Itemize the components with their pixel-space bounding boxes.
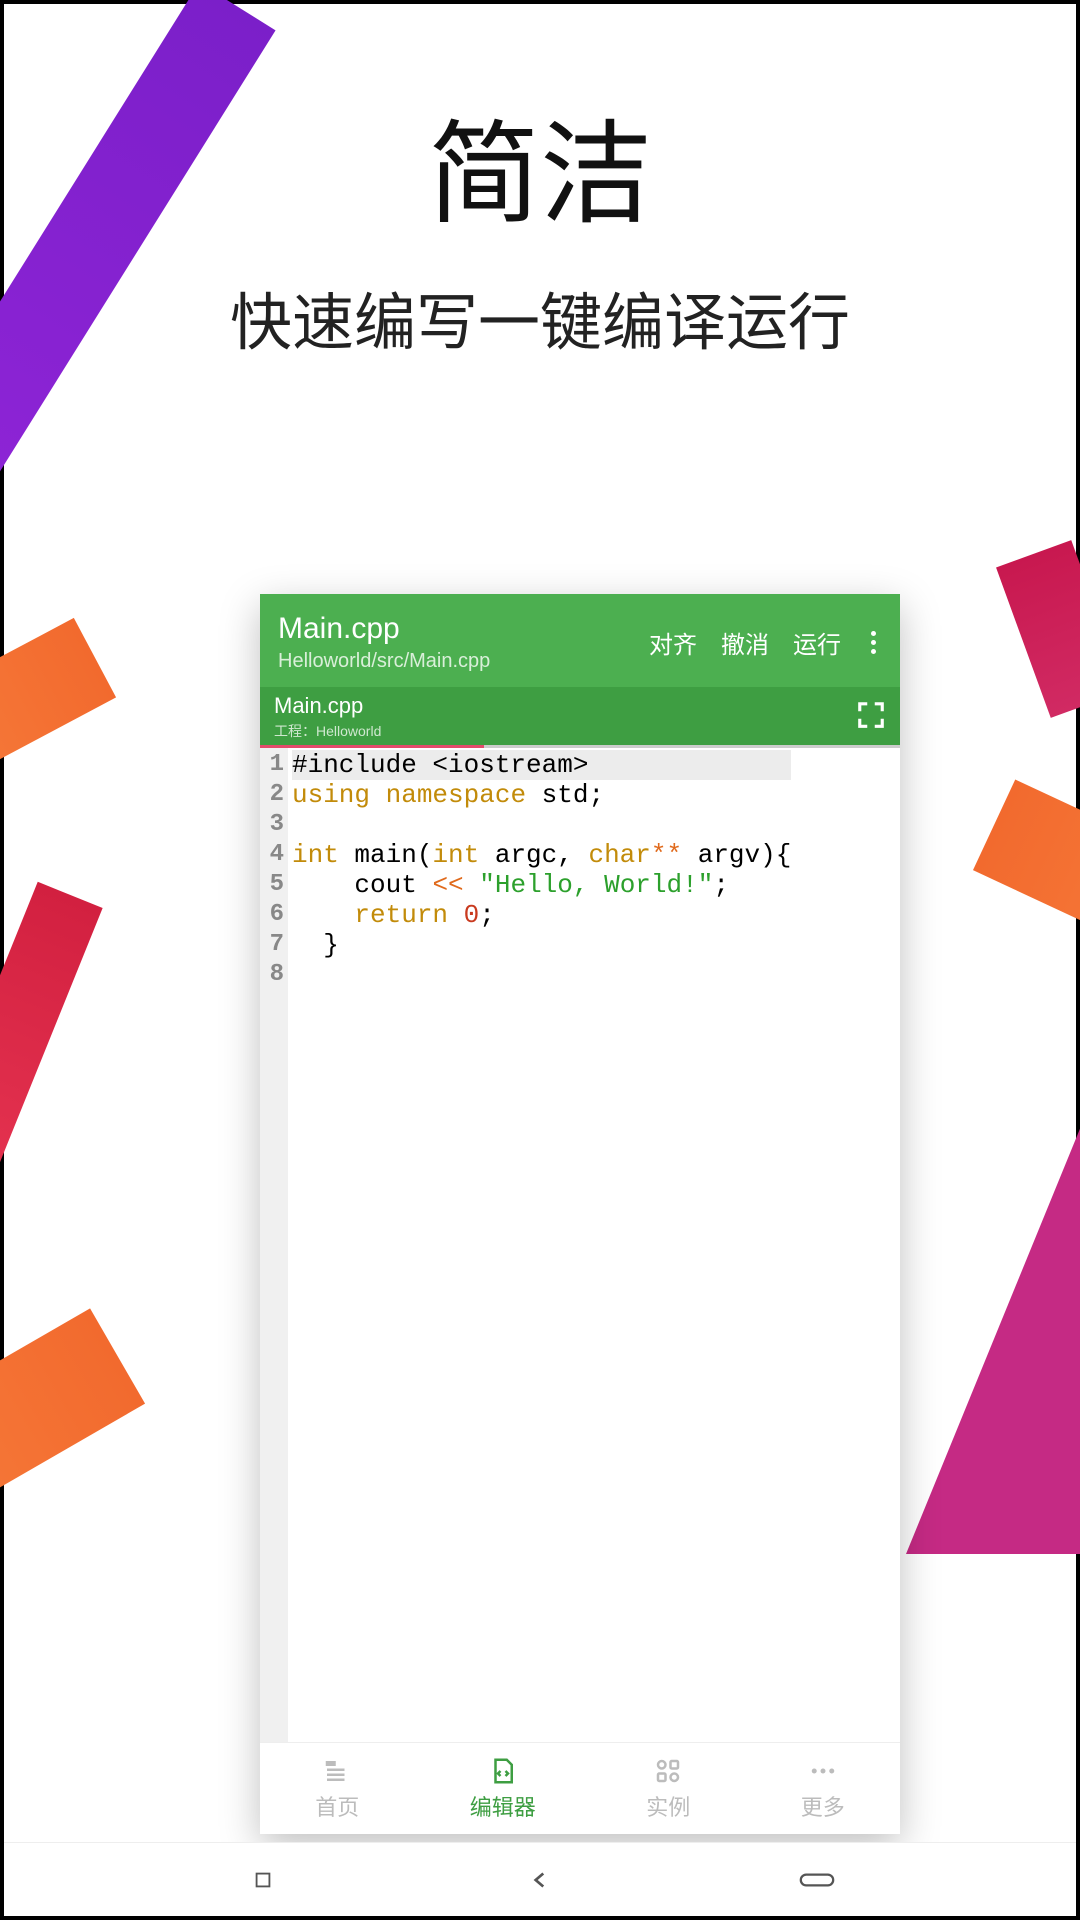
hero-subtitle: 快速编写一键编译运行 bbox=[4, 272, 1076, 362]
sys-home-button[interactable] bbox=[799, 1862, 835, 1898]
nav-more-label: 更多 bbox=[801, 1790, 845, 1822]
editor-filename: Main.cpp bbox=[278, 612, 649, 646]
editor-icon bbox=[488, 1756, 518, 1786]
nav-examples-label: 实例 bbox=[646, 1790, 690, 1822]
code-content[interactable]: #include <iostream> using namespace std;… bbox=[288, 748, 791, 1742]
nav-editor-label: 编辑器 bbox=[470, 1790, 536, 1822]
expand-icon[interactable] bbox=[856, 700, 886, 735]
decor-stripe-orange-top bbox=[0, 618, 116, 810]
align-button[interactable]: 对齐 bbox=[649, 625, 697, 660]
decor-stripe-red-left bbox=[0, 882, 103, 1186]
sys-back-button[interactable] bbox=[522, 1862, 558, 1898]
nav-editor[interactable]: 编辑器 bbox=[470, 1756, 536, 1822]
editor-header: Main.cpp Helloworld/src/Main.cpp 对齐 撤消 运… bbox=[260, 594, 900, 687]
tab-bar: Main.cpp 工程：Helloworld bbox=[260, 687, 900, 745]
bottom-nav: 首页 编辑器 实例 更多 bbox=[260, 1742, 900, 1834]
tab-filename: Main.cpp bbox=[274, 693, 381, 719]
hero-title: 简洁 bbox=[4, 84, 1076, 246]
undo-button[interactable]: 撤消 bbox=[721, 625, 769, 660]
home-icon bbox=[322, 1756, 352, 1786]
editor-path: Helloworld/src/Main.cpp bbox=[278, 650, 649, 673]
examples-icon bbox=[653, 1756, 683, 1786]
line-gutter: 1 2 3 4 5 6 7 8 bbox=[260, 748, 288, 1742]
editor-card: Main.cpp Helloworld/src/Main.cpp 对齐 撤消 运… bbox=[260, 594, 900, 1834]
more-icon bbox=[808, 1756, 838, 1786]
decor-stripe-orange-right bbox=[973, 780, 1080, 989]
tab-project: 工程：Helloworld bbox=[274, 721, 381, 741]
more-menu-icon[interactable] bbox=[865, 631, 882, 654]
nav-more[interactable]: 更多 bbox=[801, 1756, 845, 1822]
decor-stripe-pink bbox=[906, 1114, 1080, 1554]
active-tab[interactable]: Main.cpp 工程：Helloworld bbox=[274, 693, 381, 741]
run-button[interactable]: 运行 bbox=[793, 625, 841, 660]
sys-recents-button[interactable] bbox=[245, 1862, 281, 1898]
decor-stripe-orange-bottom bbox=[0, 1308, 145, 1563]
decor-stripe-magenta-right bbox=[996, 540, 1080, 718]
nav-home[interactable]: 首页 bbox=[315, 1756, 359, 1822]
editor-title-block: Main.cpp Helloworld/src/Main.cpp bbox=[278, 612, 649, 673]
nav-home-label: 首页 bbox=[315, 1790, 359, 1822]
hero-section: 简洁 快速编写一键编译运行 bbox=[4, 84, 1076, 362]
code-editor[interactable]: 1 2 3 4 5 6 7 8 #include <iostream> usin… bbox=[260, 748, 900, 1742]
nav-examples[interactable]: 实例 bbox=[646, 1756, 690, 1822]
system-nav-bar bbox=[4, 1842, 1076, 1916]
